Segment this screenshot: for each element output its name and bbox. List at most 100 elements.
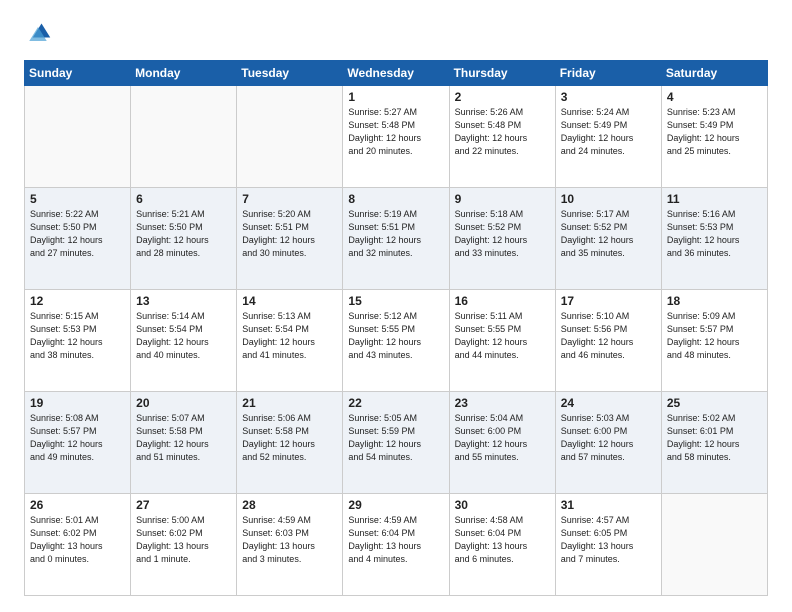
day-number: 6: [136, 192, 231, 206]
day-info: Sunrise: 4:59 AM Sunset: 6:03 PM Dayligh…: [242, 514, 337, 566]
calendar-header-thursday: Thursday: [449, 61, 555, 86]
calendar-cell: 4Sunrise: 5:23 AM Sunset: 5:49 PM Daylig…: [661, 86, 767, 188]
day-info: Sunrise: 5:14 AM Sunset: 5:54 PM Dayligh…: [136, 310, 231, 362]
day-number: 18: [667, 294, 762, 308]
day-number: 11: [667, 192, 762, 206]
day-info: Sunrise: 5:21 AM Sunset: 5:50 PM Dayligh…: [136, 208, 231, 260]
day-info: Sunrise: 5:07 AM Sunset: 5:58 PM Dayligh…: [136, 412, 231, 464]
day-number: 10: [561, 192, 656, 206]
calendar-header-saturday: Saturday: [661, 61, 767, 86]
day-number: 2: [455, 90, 550, 104]
day-info: Sunrise: 4:57 AM Sunset: 6:05 PM Dayligh…: [561, 514, 656, 566]
day-number: 8: [348, 192, 443, 206]
day-info: Sunrise: 5:24 AM Sunset: 5:49 PM Dayligh…: [561, 106, 656, 158]
day-info: Sunrise: 5:04 AM Sunset: 6:00 PM Dayligh…: [455, 412, 550, 464]
calendar-header-wednesday: Wednesday: [343, 61, 449, 86]
calendar-week-2: 5 Sunrise: 5:22 AM Sunset: 5:50 PM Daylig…: [25, 188, 768, 290]
calendar-cell: 14Sunrise: 5:13 AM Sunset: 5:54 PM Dayli…: [237, 290, 343, 392]
day-info: Sunrise: 5:20 AM Sunset: 5:51 PM Dayligh…: [242, 208, 337, 260]
day-number: 9: [455, 192, 550, 206]
calendar-cell: 20 Sunrise: 5:07 AM Sunset: 5:58 PM Dayli…: [131, 392, 237, 494]
day-info: Sunrise: 5:06 AM Sunset: 5:58 PM Dayligh…: [242, 412, 337, 464]
calendar-cell: 17 Sunrise: 5:10 AM Sunset: 5:56 PM Dayli…: [555, 290, 661, 392]
day-number: 22: [348, 396, 443, 410]
day-info: Sunrise: 5:09 AM Sunset: 5:57 PM Dayligh…: [667, 310, 762, 362]
calendar-cell: 6 Sunrise: 5:21 AM Sunset: 5:50 PM Daylig…: [131, 188, 237, 290]
day-number: 19: [30, 396, 125, 410]
logo: [24, 20, 58, 48]
day-number: 27: [136, 498, 231, 512]
calendar-cell: 3 Sunrise: 5:24 AM Sunset: 5:49 PM Daylig…: [555, 86, 661, 188]
calendar-header-tuesday: Tuesday: [237, 61, 343, 86]
day-number: 16: [455, 294, 550, 308]
day-info: Sunrise: 5:10 AM Sunset: 5:56 PM Dayligh…: [561, 310, 656, 362]
calendar-cell: 26Sunrise: 5:01 AM Sunset: 6:02 PM Dayli…: [25, 494, 131, 596]
calendar-cell: [25, 86, 131, 188]
day-number: 25: [667, 396, 762, 410]
calendar-cell: 21 Sunrise: 5:06 AM Sunset: 5:58 PM Dayli…: [237, 392, 343, 494]
calendar-cell: 28Sunrise: 4:59 AM Sunset: 6:03 PM Dayli…: [237, 494, 343, 596]
day-number: 7: [242, 192, 337, 206]
day-info: Sunrise: 5:13 AM Sunset: 5:54 PM Dayligh…: [242, 310, 337, 362]
calendar-week-3: 12 Sunrise: 5:15 AM Sunset: 5:53 PM Dayli…: [25, 290, 768, 392]
page: SundayMondayTuesdayWednesdayThursdayFrid…: [0, 0, 792, 612]
calendar-header-monday: Monday: [131, 61, 237, 86]
calendar-header-sunday: Sunday: [25, 61, 131, 86]
day-info: Sunrise: 5:03 AM Sunset: 6:00 PM Dayligh…: [561, 412, 656, 464]
calendar-cell: 8 Sunrise: 5:19 AM Sunset: 5:51 PM Daylig…: [343, 188, 449, 290]
calendar-cell: 5 Sunrise: 5:22 AM Sunset: 5:50 PM Daylig…: [25, 188, 131, 290]
calendar-cell: 19 Sunrise: 5:08 AM Sunset: 5:57 PM Dayli…: [25, 392, 131, 494]
calendar-cell: 24 Sunrise: 5:03 AM Sunset: 6:00 PM Dayli…: [555, 392, 661, 494]
calendar-cell: [661, 494, 767, 596]
calendar-header-friday: Friday: [555, 61, 661, 86]
day-info: Sunrise: 5:22 AM Sunset: 5:50 PM Dayligh…: [30, 208, 125, 260]
calendar-header-row: SundayMondayTuesdayWednesdayThursdayFrid…: [25, 61, 768, 86]
day-info: Sunrise: 5:11 AM Sunset: 5:55 PM Dayligh…: [455, 310, 550, 362]
calendar-cell: 31Sunrise: 4:57 AM Sunset: 6:05 PM Dayli…: [555, 494, 661, 596]
day-info: Sunrise: 5:27 AM Sunset: 5:48 PM Dayligh…: [348, 106, 443, 158]
calendar-cell: 25 Sunrise: 5:02 AM Sunset: 6:01 PM Dayli…: [661, 392, 767, 494]
day-number: 23: [455, 396, 550, 410]
day-info: Sunrise: 5:16 AM Sunset: 5:53 PM Dayligh…: [667, 208, 762, 260]
calendar-table: SundayMondayTuesdayWednesdayThursdayFrid…: [24, 60, 768, 596]
day-info: Sunrise: 5:15 AM Sunset: 5:53 PM Dayligh…: [30, 310, 125, 362]
day-number: 29: [348, 498, 443, 512]
calendar-cell: 18 Sunrise: 5:09 AM Sunset: 5:57 PM Dayli…: [661, 290, 767, 392]
calendar-cell: 16 Sunrise: 5:11 AM Sunset: 5:55 PM Dayli…: [449, 290, 555, 392]
day-info: Sunrise: 5:17 AM Sunset: 5:52 PM Dayligh…: [561, 208, 656, 260]
day-number: 12: [30, 294, 125, 308]
calendar-cell: 1 Sunrise: 5:27 AM Sunset: 5:48 PM Daylig…: [343, 86, 449, 188]
calendar-cell: 10 Sunrise: 5:17 AM Sunset: 5:52 PM Dayli…: [555, 188, 661, 290]
day-number: 1: [348, 90, 443, 104]
logo-icon: [24, 20, 52, 48]
calendar-week-4: 19 Sunrise: 5:08 AM Sunset: 5:57 PM Dayli…: [25, 392, 768, 494]
day-info: Sunrise: 5:26 AM Sunset: 5:48 PM Dayligh…: [455, 106, 550, 158]
day-number: 24: [561, 396, 656, 410]
calendar-cell: 22 Sunrise: 5:05 AM Sunset: 5:59 PM Dayli…: [343, 392, 449, 494]
day-number: 13: [136, 294, 231, 308]
calendar-cell: 15Sunrise: 5:12 AM Sunset: 5:55 PM Dayli…: [343, 290, 449, 392]
day-info: Sunrise: 5:19 AM Sunset: 5:51 PM Dayligh…: [348, 208, 443, 260]
day-info: Sunrise: 5:08 AM Sunset: 5:57 PM Dayligh…: [30, 412, 125, 464]
calendar-cell: [237, 86, 343, 188]
day-info: Sunrise: 5:05 AM Sunset: 5:59 PM Dayligh…: [348, 412, 443, 464]
day-info: Sunrise: 5:18 AM Sunset: 5:52 PM Dayligh…: [455, 208, 550, 260]
day-number: 4: [667, 90, 762, 104]
day-info: Sunrise: 5:00 AM Sunset: 6:02 PM Dayligh…: [136, 514, 231, 566]
day-number: 20: [136, 396, 231, 410]
day-number: 17: [561, 294, 656, 308]
day-number: 3: [561, 90, 656, 104]
day-info: Sunrise: 5:02 AM Sunset: 6:01 PM Dayligh…: [667, 412, 762, 464]
calendar-cell: 9 Sunrise: 5:18 AM Sunset: 5:52 PM Daylig…: [449, 188, 555, 290]
day-number: 5: [30, 192, 125, 206]
calendar-cell: 2 Sunrise: 5:26 AM Sunset: 5:48 PM Daylig…: [449, 86, 555, 188]
calendar-cell: 29Sunrise: 4:59 AM Sunset: 6:04 PM Dayli…: [343, 494, 449, 596]
calendar-cell: 7 Sunrise: 5:20 AM Sunset: 5:51 PM Daylig…: [237, 188, 343, 290]
calendar-cell: 30Sunrise: 4:58 AM Sunset: 6:04 PM Dayli…: [449, 494, 555, 596]
calendar-cell: 13 Sunrise: 5:14 AM Sunset: 5:54 PM Dayli…: [131, 290, 237, 392]
day-number: 26: [30, 498, 125, 512]
calendar-cell: 11 Sunrise: 5:16 AM Sunset: 5:53 PM Dayli…: [661, 188, 767, 290]
calendar-cell: [131, 86, 237, 188]
calendar-cell: 12 Sunrise: 5:15 AM Sunset: 5:53 PM Dayli…: [25, 290, 131, 392]
day-number: 21: [242, 396, 337, 410]
